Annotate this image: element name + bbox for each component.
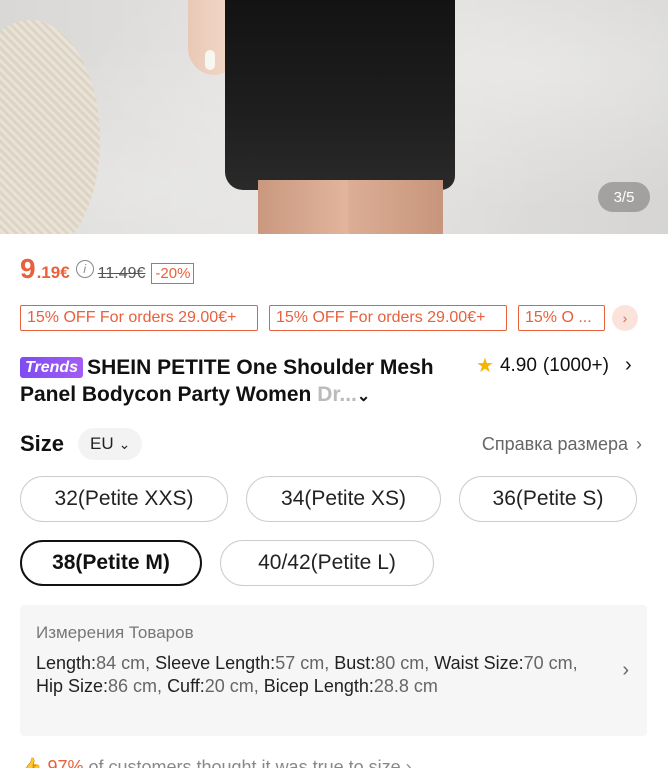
thumbs-up-icon: 👍 — [20, 757, 43, 768]
trends-badge: Trends — [20, 357, 84, 378]
measurements-text: Length:84 cm, Sleeve Length:57 cm, Bust:… — [36, 652, 591, 698]
measure-key: Cuff: — [167, 676, 205, 696]
price-main: 9 — [20, 253, 36, 284]
measure-key: Sleeve Length: — [155, 653, 276, 673]
size-region-select[interactable]: EU ⌄ — [78, 428, 143, 460]
coupon-list: 15% OFF For orders 29.00€+ 15% OFF For o… — [20, 305, 605, 331]
measure-value: 80 cm, — [375, 653, 435, 673]
original-price: 11.49€ — [97, 265, 146, 282]
rating-count: (1000+) — [542, 354, 609, 376]
measure-value: 57 cm, — [275, 653, 335, 673]
measurements-panel[interactable]: Измерения Товаров Length:84 cm, Sleeve L… — [20, 605, 647, 736]
image-leg — [348, 180, 443, 234]
measure-value: 20 cm, — [204, 676, 264, 696]
size-option[interactable]: 34(Petite XS) — [246, 476, 441, 522]
size-option[interactable]: 32(Petite XXS) — [20, 476, 228, 522]
chevron-right-icon: › — [636, 434, 642, 454]
image-counter: 3/5 — [598, 182, 650, 212]
rating-score: 4.90 — [499, 354, 537, 376]
measure-value: 28.8 cm — [373, 676, 438, 696]
size-option-selected[interactable]: 38(Petite M) — [20, 540, 202, 586]
measure-value: 86 cm, — [108, 676, 168, 696]
price-row: 9 .19€ i 11.49€ -20% — [20, 253, 195, 285]
star-icon: ★ — [476, 355, 494, 377]
expand-chevron-icon[interactable]: ⌄ — [357, 388, 370, 405]
coupon[interactable]: 15% OFF For orders 29.00€+ — [269, 305, 507, 331]
image-skirt — [225, 0, 455, 190]
size-label: Size — [20, 431, 65, 456]
image-nail — [205, 50, 215, 70]
product-title[interactable]: Trends SHEIN PETITE One Shoulder Mesh Pan… — [20, 354, 450, 410]
size-guide-link[interactable]: Справка размера › — [482, 434, 642, 455]
rating[interactable]: ★ 4.90 (1000+) › — [476, 353, 632, 378]
product-image[interactable]: 3/5 — [0, 0, 668, 234]
discount-badge: -20% — [151, 263, 195, 284]
measurements-title: Измерения Товаров — [36, 623, 194, 642]
measure-key: Waist Size: — [434, 653, 524, 673]
size-option[interactable]: 40/42(Petite L) — [220, 540, 434, 586]
measure-key: Bicep Length: — [263, 676, 374, 696]
measure-value: 70 cm, — [523, 653, 578, 673]
fit-percentage: 97% — [47, 757, 84, 768]
info-icon[interactable]: i — [75, 260, 94, 278]
price-decimal: .19€ — [36, 263, 70, 282]
chevron-right-icon: › — [624, 354, 632, 376]
size-guide-label: Справка размера — [481, 434, 628, 454]
fit-text: of customers thought it was true to size… — [83, 757, 412, 768]
measure-key: Bust: — [334, 653, 376, 673]
coupon[interactable]: 15% OFF For orders 29.00€+ — [20, 305, 258, 331]
size-row: Size EU ⌄ — [20, 428, 143, 460]
title-text-faded: Dr... — [317, 383, 357, 406]
measure-key: Hip Size: — [36, 676, 109, 696]
measure-value: 84 cm, — [96, 653, 156, 673]
image-leg — [258, 180, 348, 234]
true-to-size-line[interactable]: 👍 97% of customers thought it was true t… — [20, 757, 412, 768]
coupon[interactable]: 15% O ... — [518, 305, 605, 331]
size-region-value: EU — [90, 434, 114, 453]
chevron-down-icon: ⌄ — [118, 435, 131, 452]
coupon-more-icon[interactable]: › — [612, 305, 638, 331]
size-option[interactable]: 36(Petite S) — [459, 476, 637, 522]
measure-key: Length: — [36, 653, 97, 673]
chevron-right-icon: › — [622, 659, 629, 681]
